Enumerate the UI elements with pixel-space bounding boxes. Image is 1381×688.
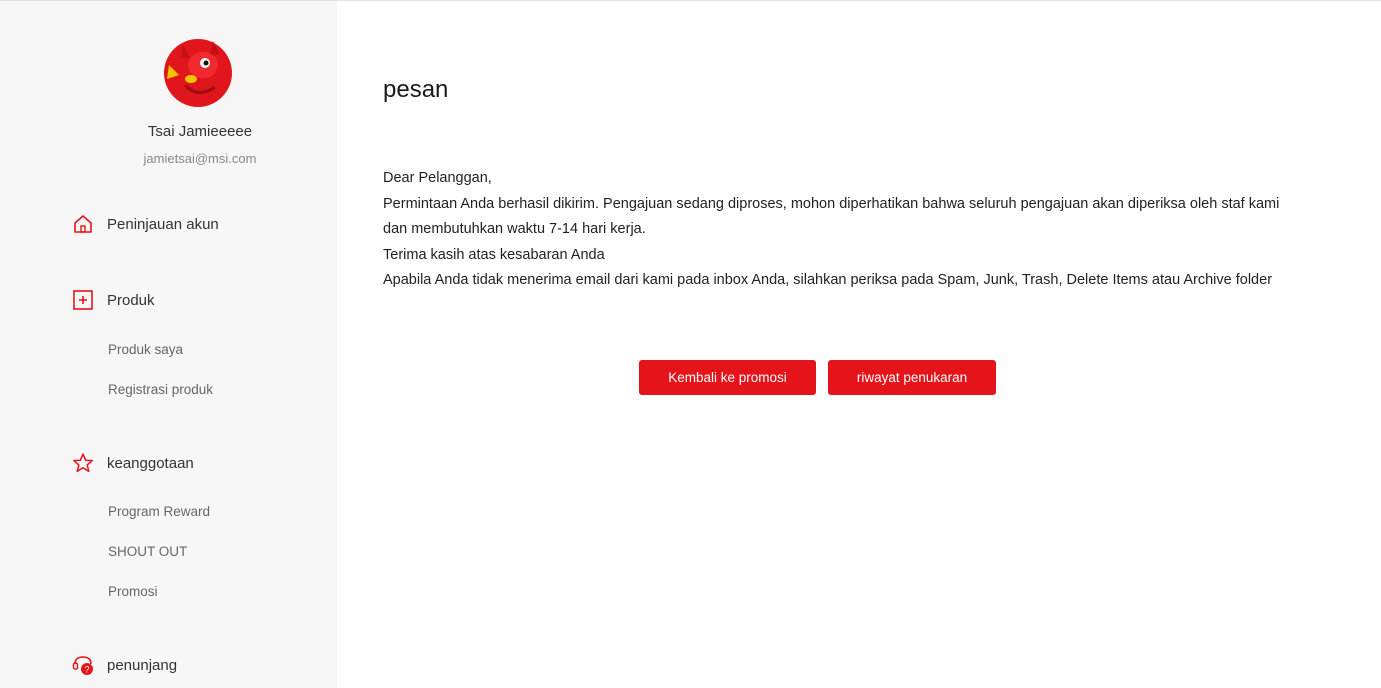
sidebar-item-my-products[interactable]: Produk saya xyxy=(108,342,183,357)
dragon-mascot-icon xyxy=(164,39,232,107)
sidebar-item-label: penunjang xyxy=(107,656,178,674)
user-name: Tsai Jamieeeee xyxy=(147,123,253,140)
sidebar-item-shout-out[interactable]: SHOUT OUT xyxy=(108,544,187,559)
message-greeting: Dear Pelanggan, xyxy=(383,170,492,186)
sidebar-item-account-overview[interactable]: Peninjauan akun xyxy=(72,212,219,236)
avatar[interactable] xyxy=(161,35,235,109)
user-email: jamietsai@msi.com xyxy=(143,151,257,166)
sidebar-item-label: keanggotaan xyxy=(107,454,194,472)
sidebar-item-program-reward[interactable]: Program Reward xyxy=(108,504,210,519)
message-paragraph: Permintaan Anda berhasil dikirim. Pengaj… xyxy=(383,195,1280,238)
sidebar-item-label: Peninjauan akun xyxy=(107,215,219,233)
back-to-promotion-button[interactable]: Kembali ke promosi xyxy=(639,360,816,395)
sidebar-item-label: Produk xyxy=(107,291,155,309)
sidebar: Tsai Jamieeeee jamietsai@msi.com Peninja… xyxy=(0,1,337,688)
star-icon xyxy=(72,452,94,474)
product-box-icon xyxy=(72,289,94,311)
home-icon xyxy=(72,213,94,235)
message-body: Dear Pelanggan, Permintaan Anda berhasil… xyxy=(383,166,1283,294)
message-spam-notice: Apabila Anda tidak menerima email dari k… xyxy=(383,272,1273,288)
sidebar-item-promotion[interactable]: Promosi xyxy=(108,584,158,599)
sidebar-item-product-registration[interactable]: Registrasi produk xyxy=(108,382,213,397)
message-thanks: Terima kasih atas kesabaran Anda xyxy=(383,246,605,263)
sidebar-item-products[interactable]: Produk xyxy=(72,288,155,312)
sidebar-item-membership[interactable]: keanggotaan xyxy=(72,451,194,475)
sidebar-item-support[interactable]: ? penunjang xyxy=(72,653,177,677)
redemption-history-button[interactable]: riwayat penukaran xyxy=(828,360,996,395)
page-title: pesan xyxy=(383,76,449,103)
svg-text:?: ? xyxy=(84,665,89,675)
support-chat-icon: ? xyxy=(72,654,94,676)
